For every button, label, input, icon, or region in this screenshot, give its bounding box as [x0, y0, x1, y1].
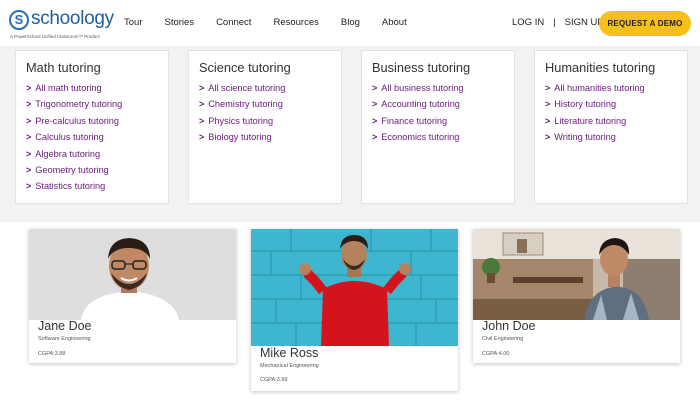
tutoring-card-title: Science tutoring: [199, 60, 291, 75]
tutoring-link[interactable]: > Geometry tutoring: [26, 165, 122, 181]
top-header: S schoology A PowerSchool Unified Classr…: [0, 0, 700, 46]
request-demo-button[interactable]: REQUEST A DEMO: [599, 11, 691, 36]
nav-stories[interactable]: Stories: [164, 17, 194, 28]
profile-card-john[interactable]: John Doe Civil Engineering CGPA:4.00: [473, 229, 680, 363]
nav-about[interactable]: About: [382, 17, 407, 28]
logo-tagline: A PowerSchool Unified Classroom™ Product: [10, 34, 100, 39]
chevron-right-icon: >: [372, 132, 378, 143]
tutoring-link[interactable]: > All math tutoring: [26, 83, 122, 99]
tutoring-link[interactable]: > Economics tutoring: [372, 132, 464, 148]
chevron-right-icon: >: [199, 132, 205, 143]
login-link[interactable]: LOG IN: [512, 17, 544, 28]
chevron-right-icon: >: [26, 99, 32, 110]
tutoring-link[interactable]: > Statistics tutoring: [26, 181, 122, 197]
signup-link[interactable]: SIGN UP: [565, 17, 604, 28]
profile-card-mike[interactable]: Mike Ross Mechanical Engineering CGPA:3.…: [251, 229, 458, 391]
tutoring-link[interactable]: > Pre-calculus tutoring: [26, 116, 122, 132]
tutoring-link[interactable]: > Physics tutoring: [199, 116, 285, 132]
profile-cgpa: CGPA:4.00: [482, 351, 510, 357]
profile-photo: [29, 229, 236, 320]
auth-links: LOG IN | SIGN UP: [512, 17, 613, 28]
profile-cgpa: CGPA:3.88: [38, 351, 66, 357]
profile-field: Civil Engineering: [482, 336, 524, 342]
chevron-right-icon: >: [199, 115, 205, 126]
chevron-right-icon: >: [26, 115, 32, 126]
tutoring-card-title: Humanities tutoring: [545, 60, 656, 75]
profile-card-jane[interactable]: Jane Doe Software Engineering CGPA:3.88: [29, 229, 236, 363]
tutoring-link[interactable]: > Finance tutoring: [372, 116, 464, 132]
chevron-right-icon: >: [26, 148, 32, 159]
tutoring-card-business: Business tutoring > All business tutoring…: [361, 50, 515, 204]
tutoring-link[interactable]: > Trigonometry tutoring: [26, 99, 122, 115]
auth-divider: |: [553, 17, 556, 28]
chevron-right-icon: >: [545, 115, 551, 126]
profile-photo: [473, 229, 680, 320]
chevron-right-icon: >: [545, 132, 551, 143]
profile-field: Mechanical Engineering: [260, 363, 319, 369]
chevron-right-icon: >: [545, 83, 551, 93]
schoology-logo-icon: S: [9, 10, 29, 30]
nav-tour[interactable]: Tour: [124, 17, 142, 28]
tutoring-link[interactable]: > All business tutoring: [372, 83, 464, 99]
main-nav: Tour Stories Connect Resources Blog Abou…: [124, 17, 429, 28]
profile-photo: [251, 229, 458, 346]
chevron-right-icon: >: [545, 99, 551, 110]
tutoring-card-title: Business tutoring: [372, 60, 471, 75]
profile-name: Mike Ross: [260, 346, 319, 360]
tutoring-link[interactable]: > Chemistry tutoring: [199, 99, 285, 115]
schoology-logo[interactable]: S schoology A PowerSchool Unified Classr…: [9, 8, 114, 40]
tutoring-link[interactable]: > Biology tutoring: [199, 132, 285, 148]
tutoring-card-science: Science tutoring > All science tutoring >…: [188, 50, 342, 204]
profile-field: Software Engineering: [38, 336, 91, 342]
tutoring-link[interactable]: > Accounting tutoring: [372, 99, 464, 115]
chevron-right-icon: >: [26, 164, 32, 175]
tutoring-link[interactable]: > History tutoring: [545, 99, 645, 115]
nav-blog[interactable]: Blog: [341, 17, 360, 28]
chevron-right-icon: >: [372, 99, 378, 110]
tutoring-card-humanities: Humanities tutoring > All humanities tuto…: [534, 50, 688, 204]
chevron-right-icon: >: [26, 132, 32, 143]
tutoring-card-math: Math tutoring > All math tutoring > Trigon…: [15, 50, 169, 204]
profile-name: Jane Doe: [38, 319, 92, 333]
chevron-right-icon: >: [372, 83, 378, 93]
nav-resources[interactable]: Resources: [273, 17, 318, 28]
tutoring-link[interactable]: > Calculus tutoring: [26, 132, 122, 148]
chevron-right-icon: >: [26, 83, 32, 93]
chevron-right-icon: >: [372, 115, 378, 126]
tutoring-link[interactable]: > All humanities tutoring: [545, 83, 645, 99]
chevron-right-icon: >: [199, 83, 205, 93]
profile-cgpa: CGPA:3.99: [260, 377, 288, 383]
tutoring-link[interactable]: > All science tutoring: [199, 83, 285, 99]
tutoring-link[interactable]: > Literature tutoring: [545, 116, 645, 132]
chevron-right-icon: >: [199, 99, 205, 110]
tutoring-link[interactable]: > Writing tutoring: [545, 132, 645, 148]
tutoring-card-title: Math tutoring: [26, 60, 101, 75]
profile-name: John Doe: [482, 319, 536, 333]
nav-connect[interactable]: Connect: [216, 17, 251, 28]
chevron-right-icon: >: [26, 181, 32, 192]
tutoring-link[interactable]: > Algebra tutoring: [26, 149, 122, 165]
logo-text: schoology: [31, 8, 114, 29]
